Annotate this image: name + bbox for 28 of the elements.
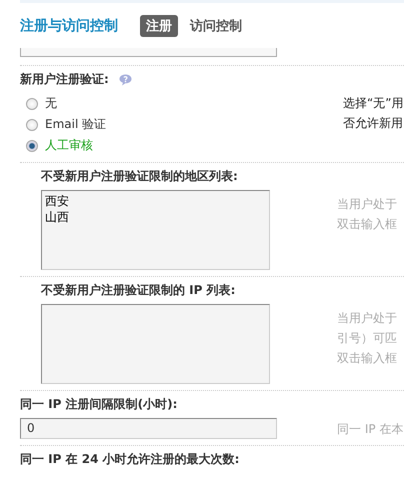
hint-text: 引号）可匹 [337,330,397,347]
hint-text: 选择“无”用 [343,95,404,112]
hint-text: 当用户处于 [337,310,397,327]
radio-button[interactable] [26,98,38,110]
hint-text: 否允许新用 [343,115,404,132]
radio-button[interactable] [26,118,38,130]
radio-label[interactable]: 无 [45,95,57,112]
list-entry: 山西 [45,209,69,225]
input-field[interactable]: 0 [20,418,277,439]
radio-label[interactable]: Email 验证 [45,116,106,133]
hint-text: 双击输入框 [337,216,397,233]
list-entry: 西安 [45,193,69,209]
radio-button[interactable] [26,140,38,152]
field-label: 新用户注册验证: [20,71,109,88]
field-label: 不受新用户注册验证限制的 IP 列表: [41,282,236,299]
hint-text: 同一 IP 在本 [337,420,404,438]
help-icon[interactable] [118,74,132,86]
tab[interactable]: 访问控制 [184,14,248,36]
hint-text: 当用户处于 [337,196,397,213]
hint-text: 双击输入框 [337,350,397,367]
field-label: 不受新用户注册验证限制的地区列表: [41,168,238,185]
field-label: 同一 IP 在 24 小时允许注册的最大次数: [20,451,240,468]
input-field[interactable] [20,48,277,57]
text-area[interactable]: 西安 山西 [41,190,270,270]
tab[interactable]: 注册 [140,14,178,36]
text-area[interactable] [41,304,270,384]
field-label: 同一 IP 注册间隔限制(小时): [20,396,178,413]
page-title: 注册与访问控制 [20,16,118,34]
